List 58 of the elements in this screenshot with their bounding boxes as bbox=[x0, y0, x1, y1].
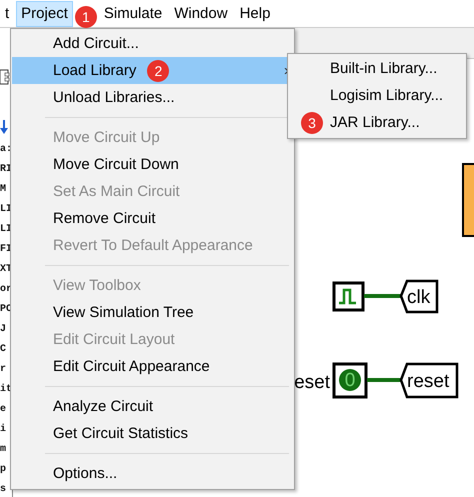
list-item[interactable]: m bbox=[0, 440, 12, 460]
tunnel-shape bbox=[400, 280, 438, 314]
wire bbox=[367, 378, 401, 382]
menu-label: Remove Circuit bbox=[53, 210, 156, 227]
menu-item[interactable]: Remove Circuit bbox=[12, 205, 293, 232]
list-item[interactable]: a: bbox=[0, 140, 12, 160]
menu-item[interactable]: Window bbox=[169, 0, 233, 26]
menu-item[interactable]: Help bbox=[234, 0, 276, 26]
pin-label: eset bbox=[294, 372, 330, 393]
menu-item[interactable]: 3 JAR Library... bbox=[289, 109, 465, 136]
menu-item[interactable]: Logisim Library... bbox=[289, 82, 465, 109]
menu-item[interactable]: t bbox=[0, 0, 14, 26]
menu-item[interactable]: Get Circuit Statistics bbox=[12, 420, 293, 447]
gate-icon[interactable] bbox=[0, 68, 10, 86]
menu-item[interactable]: Analyze Circuit bbox=[12, 393, 293, 420]
menu-label: Unload Libraries... bbox=[53, 89, 175, 106]
menu-label: View Simulation Tree bbox=[53, 304, 194, 321]
pin-value: 0 bbox=[344, 370, 356, 391]
list-item[interactable]: J bbox=[0, 320, 12, 340]
menu-item[interactable]: Project bbox=[16, 0, 73, 26]
menu-label: Move Circuit Up bbox=[53, 129, 160, 146]
list-item[interactable]: e bbox=[0, 400, 12, 420]
menu-label: Options... bbox=[53, 465, 118, 482]
menu-item[interactable]: Move Circuit Down bbox=[12, 151, 293, 178]
step-badge: 2 bbox=[147, 60, 170, 82]
menu-label: Edit Circuit Appearance bbox=[53, 358, 210, 375]
tunnel-shape bbox=[400, 362, 458, 398]
menu-label: Edit Circuit Layout bbox=[53, 331, 175, 348]
menu-label: Analyze Circuit bbox=[53, 398, 154, 415]
menu-label: Logisim Library... bbox=[330, 87, 444, 104]
wire bbox=[364, 294, 401, 298]
menu-item[interactable]: Edit Circuit Appearance bbox=[12, 353, 293, 380]
list-item[interactable]: C bbox=[0, 340, 12, 360]
list-item[interactable]: s bbox=[0, 480, 12, 497]
step-badge: 1 bbox=[74, 6, 97, 28]
list-item[interactable]: i bbox=[0, 420, 12, 440]
menu-label: Move Circuit Down bbox=[53, 156, 179, 173]
menu-item[interactable]: Options... bbox=[12, 460, 293, 487]
menu-item[interactable]: Add Circuit... bbox=[12, 30, 293, 57]
menu-label: JAR Library... bbox=[330, 114, 420, 131]
menu-label: Built-in Library... bbox=[330, 60, 438, 77]
menu-item[interactable]: Simulate bbox=[98, 0, 168, 26]
menu-label: Set As Main Circuit bbox=[53, 183, 180, 200]
menu-label: Revert To Default Appearance bbox=[53, 237, 253, 254]
tunnel-label: clk bbox=[407, 287, 430, 308]
tunnel-label: reset bbox=[407, 371, 450, 392]
menu-label: View Toolbox bbox=[53, 277, 141, 294]
pin-state-dot bbox=[339, 369, 361, 391]
clock-component bbox=[332, 282, 364, 312]
list-item[interactable]: M bbox=[0, 180, 12, 200]
list-item[interactable]: r bbox=[0, 360, 12, 380]
step-badge: 3 bbox=[301, 112, 323, 134]
menu-label: Get Circuit Statistics bbox=[53, 425, 188, 442]
menu-label: Add Circuit... bbox=[53, 35, 139, 52]
menu-item[interactable]: View Simulation Tree bbox=[12, 299, 293, 326]
menu-label: Load Library bbox=[53, 62, 136, 79]
list-item[interactable]: p bbox=[0, 460, 12, 480]
arrow-icon[interactable] bbox=[0, 120, 8, 134]
